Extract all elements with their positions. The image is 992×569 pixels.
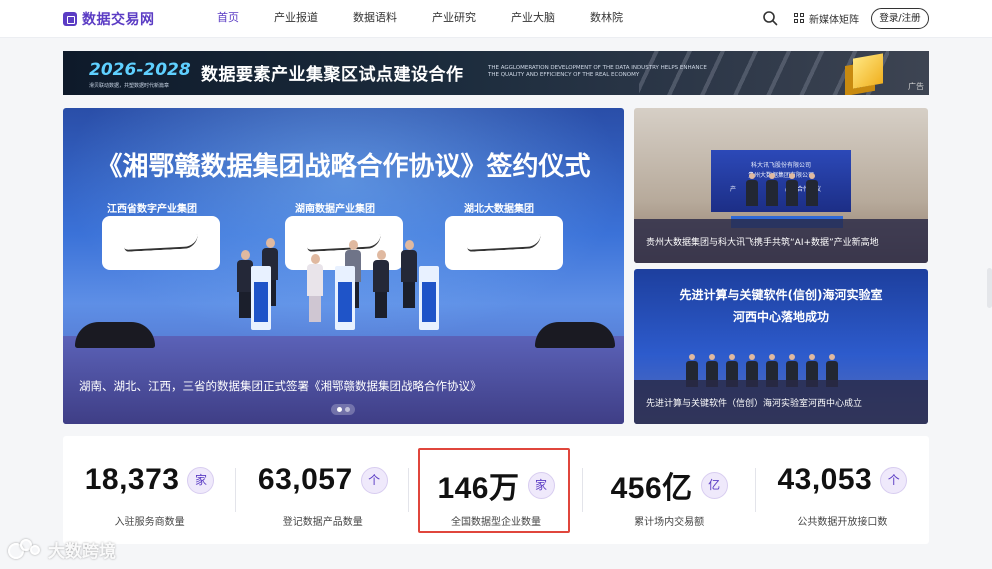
- unit-badge: 家: [187, 466, 215, 494]
- stat-value: 63,057: [257, 463, 353, 496]
- signature-card: [102, 216, 220, 270]
- stat-label: 登记数据产品数量: [282, 517, 363, 528]
- stage-speaker: [535, 322, 615, 348]
- watermark-text: 大数跨境: [48, 542, 116, 562]
- top-header: 数据交易网 首页 产业报道 数据语料 产业研究 产业大脑 数林院 新媒体矩阵 登…: [0, 0, 992, 38]
- stat-data-enterprises: 146万 家 全国数据型企业数量: [409, 436, 583, 544]
- grid-icon: [794, 13, 805, 24]
- main-nav: 首页 产业报道 数据语料 产业研究 产业大脑 数林院: [205, 0, 646, 38]
- carousel-dot[interactable]: [344, 407, 350, 412]
- search-icon: [763, 11, 778, 26]
- unit-badge: 家: [527, 471, 555, 499]
- banner-english-text: THE AGGLOMERATION DEVELOPMENT OF THE DAT…: [488, 65, 707, 78]
- news-card-haihe-lab[interactable]: 先进计算与关键软件(信创)海河实验室 河西中心落地成功 先进计算与关键软件（信创…: [634, 269, 928, 424]
- unit-badge: 个: [360, 466, 388, 494]
- nav-item-shulin-academy[interactable]: 数林院: [578, 0, 635, 38]
- carousel-pagination: [331, 404, 355, 415]
- stat-value: 43,053: [777, 463, 873, 496]
- attendee: [307, 254, 323, 322]
- stats-panel: 18,373 家 入驻服务商数量 63,057 个 登记数据产品数量 146万 …: [63, 436, 929, 544]
- stat-label: 公共数据开放接口数: [797, 517, 888, 528]
- nav-item-industry-brain[interactable]: 产业大脑: [499, 0, 567, 38]
- news-card-caption[interactable]: 先进计算与关键软件（信创）海河实验室河西中心成立: [646, 396, 862, 409]
- signature-card: [445, 216, 563, 270]
- nav-item-industry-research[interactable]: 产业研究: [420, 0, 488, 38]
- screen-line: 贵州大数据集团有限公司: [747, 172, 814, 179]
- attendee: [401, 240, 417, 308]
- stat-label: 累计场内交易额: [634, 517, 705, 528]
- watermark: 大数跨境: [8, 537, 116, 562]
- unit-badge: 亿: [700, 471, 728, 499]
- stat-label: 入驻服务商数量: [114, 517, 185, 528]
- carousel-dot-active[interactable]: [336, 407, 342, 412]
- attendee: [373, 250, 389, 318]
- scrollbar-thumb[interactable]: [987, 268, 992, 308]
- login-register-button[interactable]: 登录/注册: [871, 8, 929, 29]
- signer-label-hunan: 湖南数据产业集团: [295, 204, 375, 215]
- signer-label-hubei: 湖北大数据集团: [464, 204, 534, 215]
- podium: [419, 266, 439, 330]
- event-screen-subtitle: 河西中心落地成功: [732, 310, 829, 324]
- main-slide-caption[interactable]: 湖南、湖北、江西，三省的数据集团正式签署《湘鄂赣数据集团战略合作协议》: [79, 378, 482, 394]
- ad-tag: 广告: [908, 82, 924, 91]
- news-card-guizhou[interactable]: 科大讯飞股份有限公司 贵州大数据集团有限公司 产 战略合作协议 贵州大数据集团与…: [634, 108, 928, 263]
- ad-banner[interactable]: 2026-2028 数据要素产业集聚区试点建设合作 滑贝联动数据，共塑数据时代新…: [63, 51, 929, 95]
- event-screen-title: 先进计算与关键软件(信创)海河实验室: [679, 288, 883, 302]
- watermark-logo-icon: [8, 538, 44, 561]
- stat-label: 全国数据型企业数量: [450, 517, 541, 528]
- stat-trade-volume: 456亿 亿 累计场内交易额: [583, 436, 756, 544]
- screen-line: 科大讯飞股份有限公司: [750, 162, 811, 169]
- signer-label-jiangxi: 江西省数字产业集团: [107, 204, 197, 215]
- logo-icon: [63, 12, 77, 26]
- site-logo[interactable]: 数据交易网: [63, 9, 155, 29]
- podium: [335, 266, 355, 330]
- stage-speaker: [75, 322, 155, 348]
- stat-data-products: 63,057 个 登记数据产品数量: [236, 436, 410, 544]
- news-card-caption[interactable]: 贵州大数据集团与科大讯飞携手共筑“AI+数据”产业新高地: [646, 235, 879, 248]
- nav-item-industry-report[interactable]: 产业报道: [262, 0, 330, 38]
- stat-public-apis: 43,053 个 公共数据开放接口数: [756, 436, 929, 544]
- logo-text: 数据交易网: [82, 12, 155, 28]
- banner-cube-graphic: [853, 53, 883, 89]
- nav-item-home[interactable]: 首页: [205, 0, 251, 38]
- banner-title: 数据要素产业集聚区试点建设合作: [201, 65, 464, 85]
- stage-screen-title: 《湘鄂赣数据集团战略合作协议》签约仪式: [96, 152, 591, 182]
- stat-value: 18,373: [84, 463, 180, 496]
- main-carousel-slide[interactable]: 《湘鄂赣数据集团战略合作协议》签约仪式 江西省数字产业集团 湖南数据产业集团 湖…: [63, 108, 624, 424]
- stat-value: 456亿: [610, 472, 693, 505]
- unit-badge: 个: [880, 466, 908, 494]
- attendee-group: [746, 173, 818, 206]
- stat-service-providers: 18,373 家 入驻服务商数量: [63, 436, 237, 544]
- new-media-matrix-label: 新媒体矩阵: [809, 15, 859, 26]
- banner-subtitle: 滑贝联动数据，共塑数据时代新篇章: [89, 83, 170, 89]
- banner-years: 2026-2028: [89, 60, 191, 80]
- stat-value: 146万: [437, 472, 520, 505]
- podium: [251, 266, 271, 330]
- new-media-matrix-link[interactable]: 新媒体矩阵: [794, 11, 859, 26]
- search-button[interactable]: [762, 10, 778, 26]
- nav-item-data-corpus[interactable]: 数据语料: [341, 0, 409, 38]
